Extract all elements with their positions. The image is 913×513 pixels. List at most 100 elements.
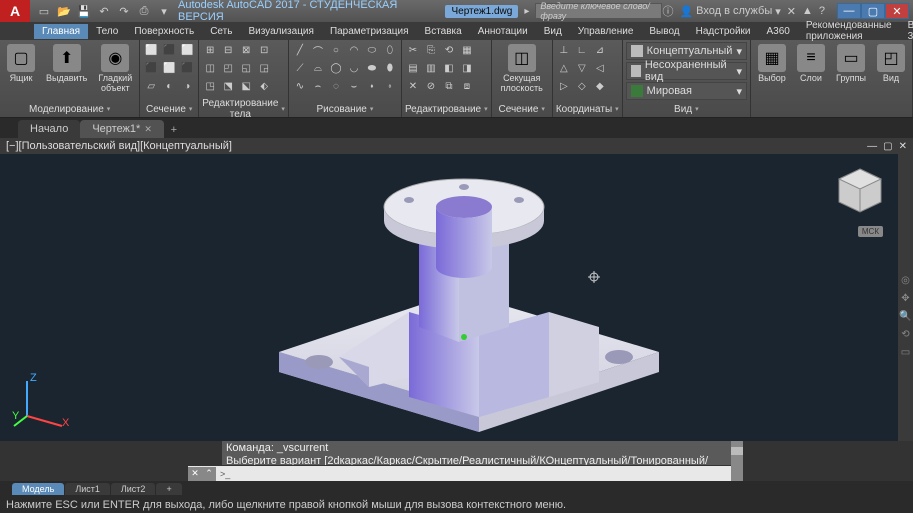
menu-tab-7[interactable]: Аннотации xyxy=(470,24,536,39)
panel-title[interactable]: Моделирование xyxy=(3,101,136,117)
ribbon-smallicon-6-1[interactable]: ∟ xyxy=(574,42,590,58)
ribbon-smallicon-4-10[interactable]: ⧉ xyxy=(441,78,457,94)
layout-tab-1[interactable]: Лист1 xyxy=(65,483,110,495)
ribbon-smallicon-1-1[interactable]: ⬛ xyxy=(161,42,177,58)
ribbon-smallicon-1-5[interactable]: ⬛ xyxy=(179,60,195,76)
qat-dropdown-icon[interactable]: ▾ xyxy=(156,3,172,19)
ribbon-smallicon-4-4[interactable]: ▤ xyxy=(405,60,421,76)
ribbon-smallicon-6-2[interactable]: ⊿ xyxy=(592,42,608,58)
ribbon-smallicon-3-4[interactable]: ⬭ xyxy=(364,42,380,58)
qat-redo-icon[interactable]: ↷ xyxy=(116,3,132,19)
command-scrollbar-thumb[interactable] xyxy=(731,447,743,455)
ribbon-smallicon-3-0[interactable]: ╱ xyxy=(292,42,308,58)
ribbon-button-0-1[interactable]: ⬆Выдавить xyxy=(42,42,91,86)
menu-tab-0[interactable]: Главная xyxy=(34,24,88,39)
ribbon-smallicon-2-6[interactable]: ◱ xyxy=(238,60,254,76)
menu-tab-2[interactable]: Поверхность xyxy=(126,24,202,39)
menu-tab-3[interactable]: Сеть xyxy=(202,24,240,39)
add-layout-button[interactable]: + xyxy=(156,483,181,495)
help-icon[interactable]: ? xyxy=(819,5,825,17)
ribbon-smallicon-2-4[interactable]: ◫ xyxy=(202,60,218,76)
ribbon-smallicon-6-4[interactable]: ▽ xyxy=(574,60,590,76)
ribbon-smallicon-4-0[interactable]: ✂ xyxy=(405,42,421,58)
ribbon-smallicon-6-8[interactable]: ◆ xyxy=(592,78,608,94)
nav-orbit-icon[interactable]: ⟲ xyxy=(900,328,912,340)
menu-tab-8[interactable]: Вид xyxy=(536,24,570,39)
menu-tab-1[interactable]: Тело xyxy=(88,24,126,39)
menu-tab-11[interactable]: Надстройки xyxy=(688,24,759,39)
ribbon-smallicon-1-6[interactable]: ▱ xyxy=(143,78,159,94)
ribbon-smallicon-6-0[interactable]: ⊥ xyxy=(556,42,572,58)
ribbon-dropdown-7-1[interactable]: Несохраненный вид▾ xyxy=(626,62,747,80)
minimize-button[interactable]: — xyxy=(837,3,861,19)
layout-tab-0[interactable]: Модель xyxy=(12,483,64,495)
cloud-icon[interactable]: ▲ xyxy=(802,5,813,17)
ribbon-smallicon-4-2[interactable]: ⟲ xyxy=(441,42,457,58)
ribbon-smallicon-3-6[interactable]: ⟋ xyxy=(292,60,308,76)
panel-title[interactable]: Вид xyxy=(626,101,747,117)
viewport-label[interactable]: [−][Пользовательский вид][Концептуальный… xyxy=(6,140,232,152)
exchange-icon[interactable]: ✕ xyxy=(787,5,796,18)
ribbon-smallicon-2-11[interactable]: ⬖ xyxy=(256,78,272,94)
menu-tab-12[interactable]: A360 xyxy=(759,24,798,39)
drawing-viewport[interactable]: Z X Y МСК xyxy=(0,154,898,441)
ribbon-smallicon-4-7[interactable]: ◨ xyxy=(459,60,475,76)
ribbon-smallicon-3-11[interactable]: ⬮ xyxy=(382,60,398,76)
doc-tab-0[interactable]: Начало xyxy=(18,120,80,138)
nav-zoom-icon[interactable]: 🔍 xyxy=(900,310,912,322)
command-close-icon[interactable]: ✕ xyxy=(188,467,202,481)
ribbon-smallicon-2-9[interactable]: ⬔ xyxy=(220,78,236,94)
ribbon-smallicon-6-7[interactable]: ◇ xyxy=(574,78,590,94)
ribbon-smallicon-3-5[interactable]: ⬯ xyxy=(382,42,398,58)
ribbon-smallicon-1-7[interactable]: ◐ xyxy=(161,78,177,94)
ribbon-button-8-0[interactable]: ▦Выбор xyxy=(754,42,790,86)
ribbon-smallicon-4-5[interactable]: ▥ xyxy=(423,60,439,76)
nav-wheel-icon[interactable]: ◎ xyxy=(900,274,912,286)
ribbon-smallicon-1-0[interactable]: ⬜ xyxy=(143,42,159,58)
ribbon-smallicon-1-2[interactable]: ⬜ xyxy=(179,42,195,58)
ribbon-smallicon-1-4[interactable]: ⬜ xyxy=(161,60,177,76)
ribbon-button-8-2[interactable]: ▭Группы xyxy=(832,42,870,86)
ribbon-smallicon-3-10[interactable]: ⬬ xyxy=(364,60,380,76)
panel-title[interactable]: Сечение xyxy=(495,101,549,117)
ribbon-smallicon-2-2[interactable]: ⊠ xyxy=(238,42,254,58)
doc-tab-1[interactable]: Чертеж1*✕ xyxy=(80,120,164,138)
menu-tab-10[interactable]: Вывод xyxy=(641,24,687,39)
ribbon-smallicon-6-5[interactable]: ◁ xyxy=(592,60,608,76)
ribbon-dropdown-7-0[interactable]: Концептуальный▾ xyxy=(626,42,747,60)
qat-open-icon[interactable]: 📂 xyxy=(56,3,72,19)
add-tab-button[interactable]: + xyxy=(164,122,184,138)
ribbon-smallicon-4-11[interactable]: ⧈ xyxy=(459,78,475,94)
qat-save-icon[interactable]: 💾 xyxy=(76,3,92,19)
ribbon-button-8-1[interactable]: ≡Слои xyxy=(793,42,829,86)
infocenter-icon[interactable]: ⓘ xyxy=(662,3,673,19)
ribbon-smallicon-3-2[interactable]: ○ xyxy=(328,42,344,58)
menu-tab-9[interactable]: Управление xyxy=(570,24,642,39)
app-logo[interactable]: A xyxy=(0,0,30,22)
panel-title[interactable]: Сечение xyxy=(143,101,195,117)
ribbon-smallicon-4-1[interactable]: ⎘ xyxy=(423,42,439,58)
ribbon-smallicon-3-17[interactable]: ⬫ xyxy=(382,78,398,94)
ribbon-smallicon-6-3[interactable]: △ xyxy=(556,60,572,76)
ribbon-button-8-3[interactable]: ◰Вид xyxy=(873,42,909,86)
menu-tab-5[interactable]: Параметризация xyxy=(322,24,417,39)
ribbon-smallicon-4-9[interactable]: ⊘ xyxy=(423,78,439,94)
viewport-minimize-icon[interactable]: — xyxy=(867,141,877,152)
menu-tab-6[interactable]: Вставка xyxy=(417,24,470,39)
menu-tab-4[interactable]: Визуализация xyxy=(240,24,321,39)
ribbon-smallicon-1-3[interactable]: ⬛ xyxy=(143,60,159,76)
ribbon-smallicon-2-10[interactable]: ⬕ xyxy=(238,78,254,94)
maximize-button[interactable]: ▢ xyxy=(861,3,885,19)
ribbon-smallicon-2-7[interactable]: ◲ xyxy=(256,60,272,76)
nav-showmotion-icon[interactable]: ▭ xyxy=(900,346,912,358)
ribbon-smallicon-3-3[interactable]: ◠ xyxy=(346,42,362,58)
command-recent-icon[interactable]: ⌃ xyxy=(202,467,216,481)
panel-title[interactable]: Редактирование xyxy=(405,101,488,117)
ribbon-smallicon-3-16[interactable]: ⬪ xyxy=(364,78,380,94)
layout-tab-2[interactable]: Лист2 xyxy=(111,483,156,495)
ribbon-smallicon-3-1[interactable]: ⌒ xyxy=(310,42,326,58)
ribbon-button-0-0[interactable]: ▢Ящик xyxy=(3,42,39,86)
qat-new-icon[interactable]: ▭ xyxy=(36,3,52,19)
ribbon-smallicon-4-3[interactable]: ▦ xyxy=(459,42,475,58)
close-button[interactable]: ✕ xyxy=(885,3,909,19)
